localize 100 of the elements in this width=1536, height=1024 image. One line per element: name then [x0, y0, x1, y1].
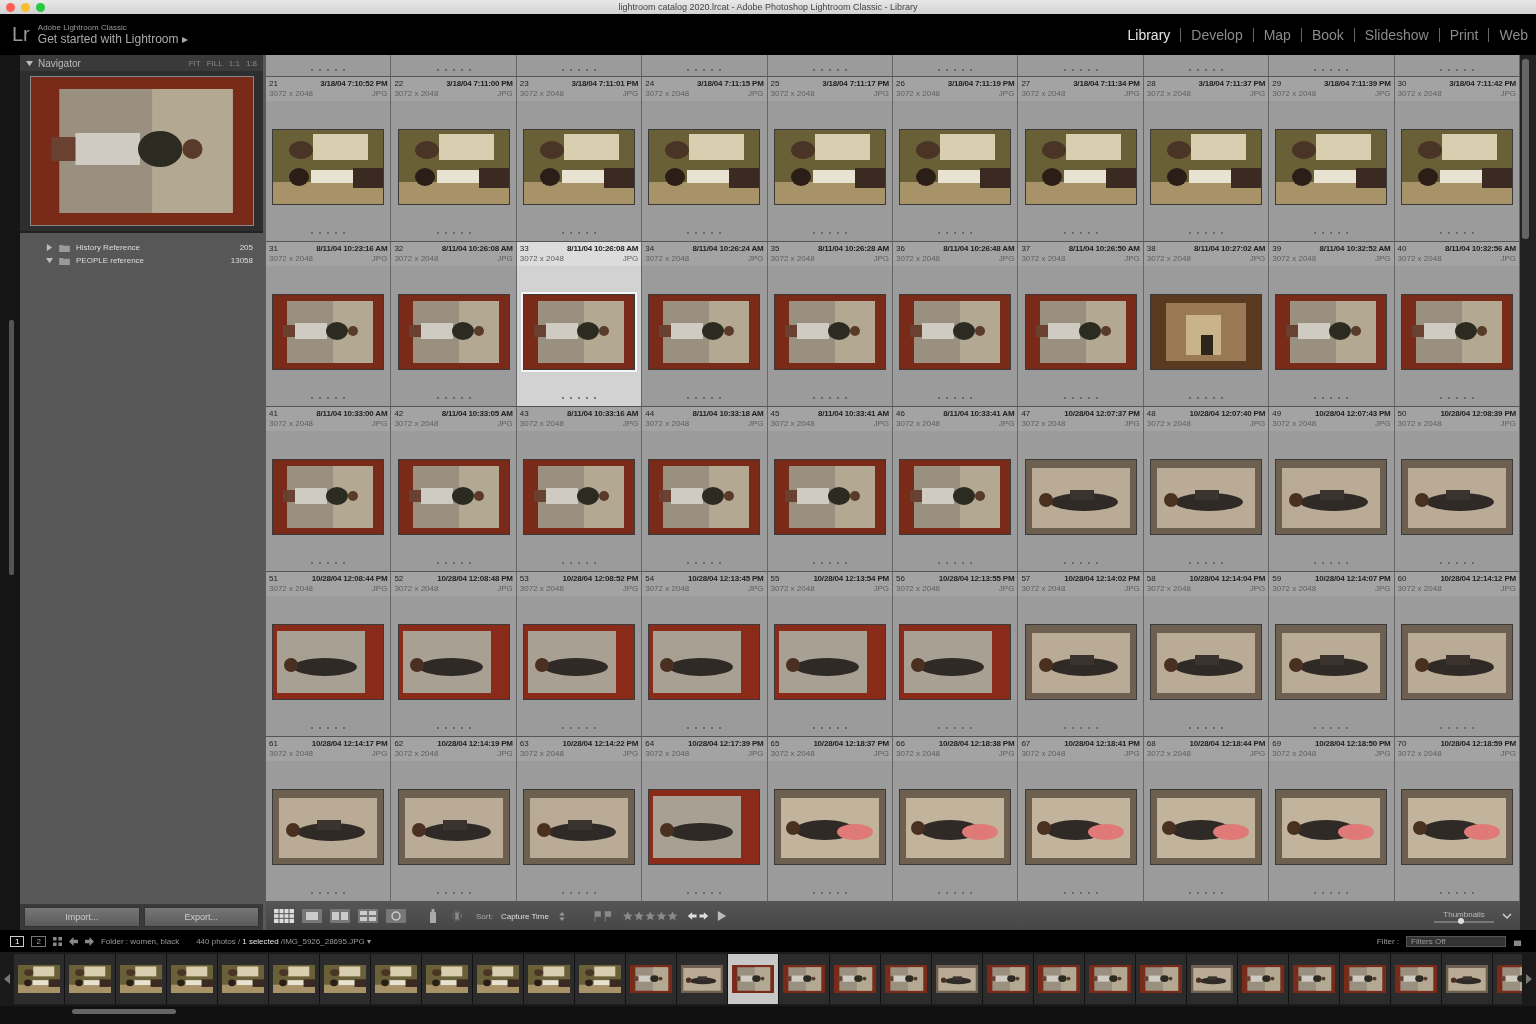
file-format: JPG: [873, 749, 889, 759]
filmstrip-thumbnail[interactable]: [320, 954, 371, 1004]
photo-index: 39: [1272, 244, 1282, 254]
filmstrip-thumbnail[interactable]: [626, 954, 677, 1004]
survey-view-icon[interactable]: [358, 909, 378, 923]
photo-index: 28: [1146, 79, 1156, 89]
filmstrip-thumbnail[interactable]: [1442, 954, 1493, 1004]
back-arrow-icon[interactable]: [68, 936, 78, 946]
forward-arrow-icon[interactable]: [84, 936, 94, 946]
scroll-right-icon[interactable]: [1526, 974, 1532, 984]
window-title: lightroom catalog 2020.lrcat - Adobe Photoshop Lightroom Classic - Library: [618, 1, 918, 14]
chevron-down-icon[interactable]: [1502, 911, 1512, 921]
capture-date: 10/28/04 12:18:37 PM: [813, 739, 889, 749]
capture-date: 10/28/04 12:18:59 PM: [1440, 739, 1516, 749]
module-tab[interactable]: Library: [1127, 26, 1171, 43]
file-format: JPG: [1124, 89, 1140, 99]
filmstrip-thumbnail[interactable]: [677, 954, 728, 1004]
folder-name[interactable]: History Reference: [76, 243, 234, 252]
panel-button[interactable]: Import...: [24, 907, 140, 927]
capture-date: 8/11/04 10:32:56 AM: [1444, 244, 1516, 254]
filmstrip-thumbnail[interactable]: [65, 954, 116, 1004]
capture-date: 8/11/04 10:26:08 AM: [441, 244, 513, 254]
filmstrip-thumbnail[interactable]: [1187, 954, 1238, 1004]
filmstrip-thumbnail[interactable]: [14, 954, 65, 1004]
people-view-icon[interactable]: [386, 909, 406, 923]
panel-title[interactable]: Navigator: [38, 57, 81, 69]
photo-index: 41: [269, 409, 278, 419]
filmstrip-thumbnail[interactable]: [1238, 954, 1289, 1004]
collapse-triangle-icon[interactable]: [26, 59, 33, 67]
filmstrip-thumbnail[interactable]: [1034, 954, 1085, 1004]
filter-dropdown[interactable]: Filters Off: [1406, 935, 1506, 947]
thumbnails-label: Thumbnails: [1443, 909, 1485, 919]
rating-stars-icon[interactable]: [622, 911, 679, 921]
filmstrip-thumbnail[interactable]: [218, 954, 269, 1004]
filmstrip-thumbnail[interactable]: [881, 954, 932, 1004]
filmstrip-thumbnail[interactable]: [167, 954, 218, 1004]
module-tab[interactable]: Slideshow: [1364, 26, 1429, 43]
module-tab[interactable]: Book: [1311, 26, 1344, 43]
play-icon[interactable]: [716, 911, 727, 921]
module-tab[interactable]: Print: [1449, 26, 1479, 43]
screen-button[interactable]: 2: [31, 935, 46, 947]
screen-button[interactable]: 1: [10, 935, 25, 947]
photo-index: 35: [770, 244, 780, 254]
capture-date: 10/28/04 12:07:40 PM: [1189, 409, 1266, 419]
capture-date: 8/11/04 10:26:08 AM: [567, 244, 639, 254]
filmstrip-thumbnail[interactable]: [728, 954, 779, 1004]
folder-name[interactable]: PEOPLE reference: [76, 256, 225, 265]
file-format: JPG: [1500, 254, 1516, 264]
disclosure-triangle-icon[interactable]: [46, 244, 53, 251]
panel-button[interactable]: Export...: [143, 907, 259, 927]
zoom-option[interactable]: FILL: [206, 58, 223, 68]
filmstrip-thumbnail[interactable]: [269, 954, 320, 1004]
capture-date: 8/11/04 10:33:41 AM: [817, 409, 889, 419]
disclosure-triangle-icon[interactable]: [46, 257, 53, 264]
sort-dropdown[interactable]: Capture Time: [500, 911, 549, 921]
module-tab[interactable]: Develop: [1191, 26, 1243, 43]
spray-can-icon[interactable]: [428, 908, 438, 924]
zoom-option[interactable]: FIT: [188, 58, 201, 68]
filmstrip-thumbnail[interactable]: [1340, 954, 1391, 1004]
filmstrip-thumbnail[interactable]: [779, 954, 830, 1004]
filmstrip-thumbnail[interactable]: [1289, 954, 1340, 1004]
filmstrip-thumbnail[interactable]: [830, 954, 881, 1004]
loupe-view-icon[interactable]: [302, 909, 322, 923]
file-name[interactable]: /IMG_5926_28695.JPG ▾: [280, 936, 371, 946]
zoom-option[interactable]: 1:1: [228, 58, 240, 68]
source-path[interactable]: Folder : women, black: [100, 936, 180, 946]
photo-index: 46: [896, 409, 905, 419]
grid-icon[interactable]: [52, 936, 62, 946]
scrollbar-thumb[interactable]: [9, 320, 14, 575]
filmstrip-thumbnail[interactable]: [1085, 954, 1136, 1004]
scroll-left-icon[interactable]: [4, 974, 10, 984]
module-tab[interactable]: Map: [1263, 26, 1291, 43]
filmstrip-thumbnail[interactable]: [983, 954, 1034, 1004]
filmstrip-thumbnail[interactable]: [575, 954, 626, 1004]
zoom-option[interactable]: 1:8: [245, 58, 257, 68]
file-format: JPG: [748, 419, 764, 429]
up-down-arrows-icon[interactable]: [558, 911, 565, 921]
filmstrip-thumbnail[interactable]: [524, 954, 575, 1004]
module-tab[interactable]: Web: [1499, 26, 1528, 43]
capture-date: 10/28/04 12:14:12 PM: [1440, 574, 1516, 584]
compare-view-icon[interactable]: [330, 909, 350, 923]
scrollbar-thumb[interactable]: [1522, 59, 1529, 239]
get-started-link[interactable]: Get started with Lightroom ▸: [37, 32, 188, 46]
scrollbar-thumb[interactable]: [72, 1009, 176, 1014]
file-format: JPG: [497, 254, 513, 264]
filmstrip-thumbnail[interactable]: [422, 954, 473, 1004]
filmstrip-thumbnail[interactable]: [1136, 954, 1187, 1004]
filmstrip-thumbnail[interactable]: [371, 954, 422, 1004]
grid-view-icon[interactable]: [274, 909, 294, 923]
capture-date: 3/18/04 7:11:01 PM: [571, 79, 639, 89]
photo-index: 34: [645, 244, 655, 254]
filmstrip-thumbnail[interactable]: [1391, 954, 1442, 1004]
photo-cell[interactable]: 33 8/11/04 10:26:08 AM 3072 x 2048 JPG: [516, 242, 643, 407]
capture-date: 10/28/04 12:14:17 PM: [311, 739, 388, 749]
filmstrip-thumbnail[interactable]: [473, 954, 524, 1004]
filmstrip-thumbnail[interactable]: [932, 954, 983, 1004]
slider-thumb[interactable]: [1458, 917, 1464, 924]
filmstrip-thumbnail[interactable]: [116, 954, 167, 1004]
thumbnail-slider[interactable]: [1434, 920, 1494, 923]
file-format: JPG: [1500, 419, 1516, 429]
